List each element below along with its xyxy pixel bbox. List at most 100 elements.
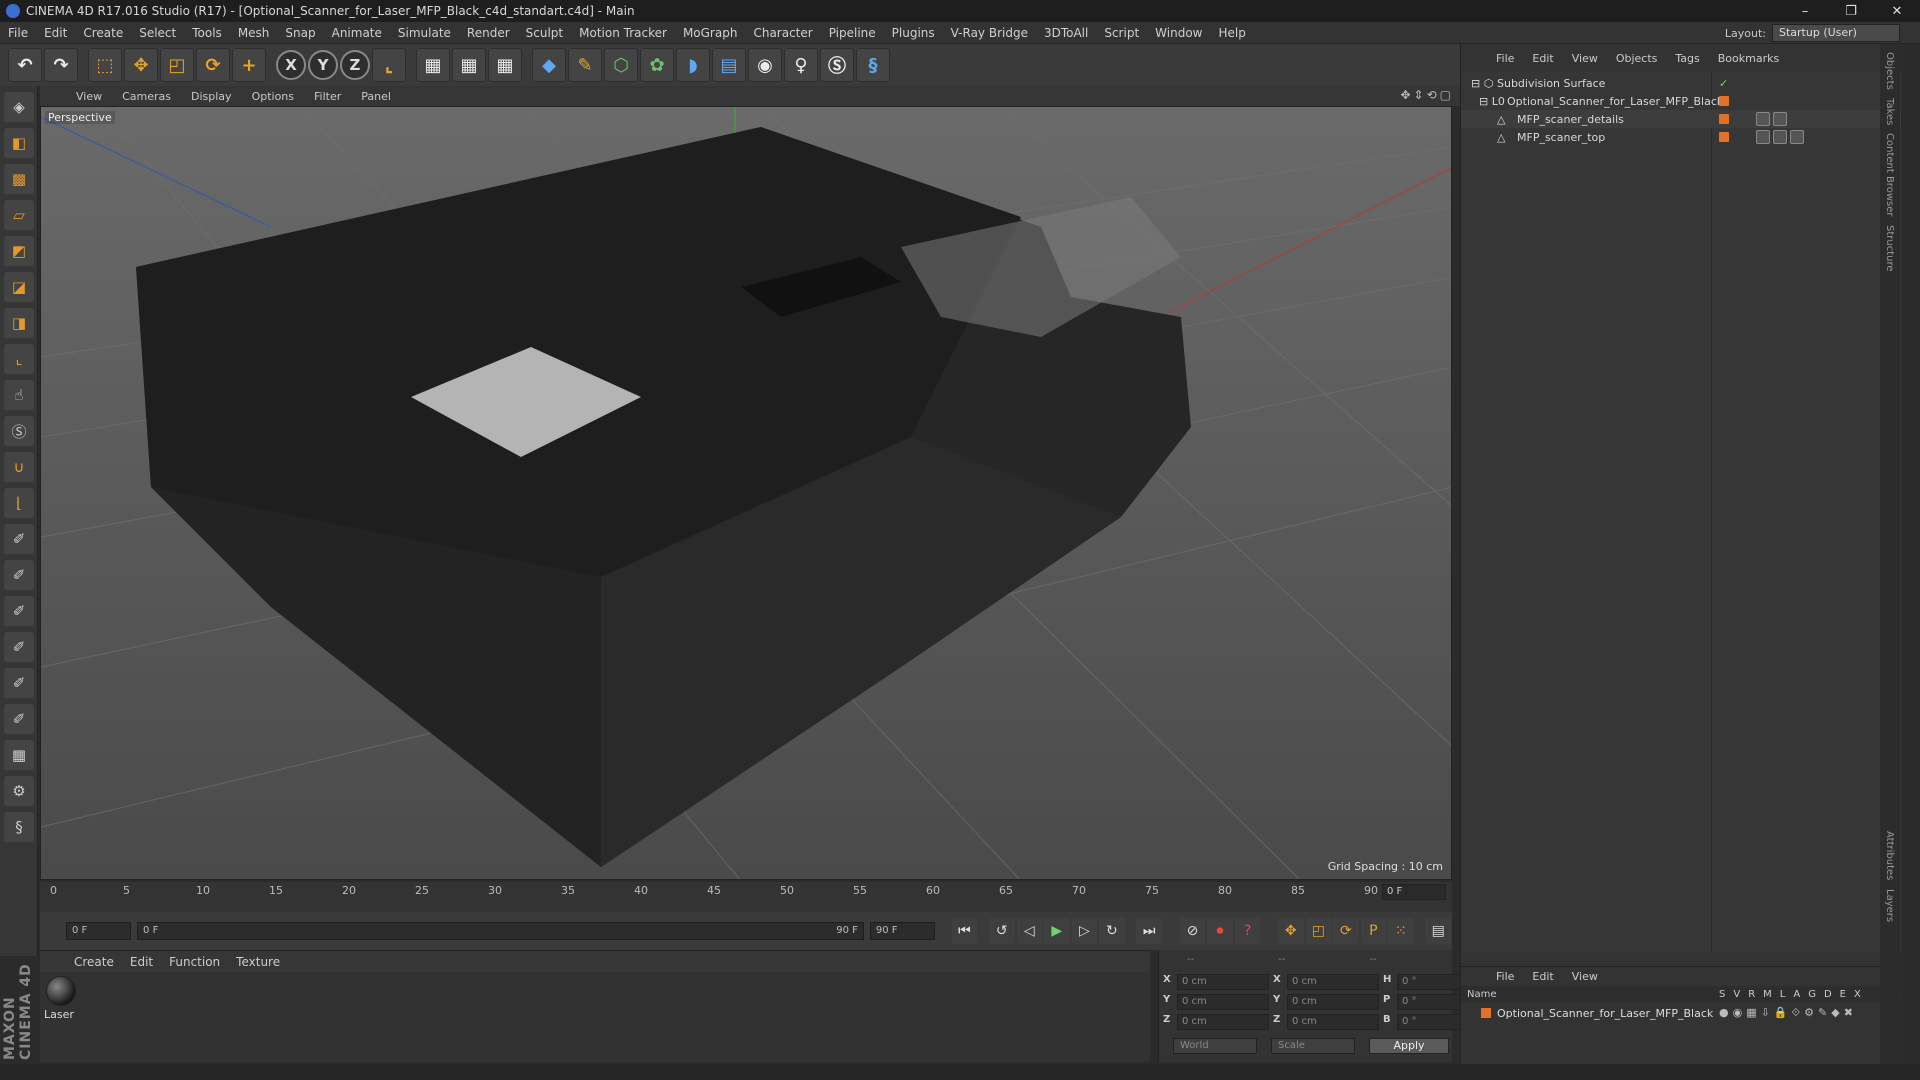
layer-color-swatch[interactable] — [1481, 1008, 1491, 1018]
objects-menu-view[interactable]: View — [1563, 52, 1607, 65]
render-settings-icon[interactable]: ▦ — [488, 48, 522, 82]
menu-help[interactable]: Help — [1210, 26, 1253, 40]
layer-color-swatch[interactable] — [1719, 114, 1729, 124]
menu-select[interactable]: Select — [131, 26, 184, 40]
material-menu-texture[interactable]: Texture — [228, 955, 288, 969]
maximize-button[interactable]: ❐ — [1828, 0, 1874, 22]
close-button[interactable]: ✕ — [1874, 0, 1920, 22]
start-frame-field[interactable]: 0 F — [66, 922, 132, 940]
menu-tools[interactable]: Tools — [184, 26, 230, 40]
frame-ruler[interactable]: 0 5 10 15 20 25 30 35 40 45 50 55 60 65 … — [50, 884, 1400, 900]
object-name[interactable]: MFP_scaner_details — [1517, 113, 1624, 126]
motion-record-icon[interactable]: ⊘ — [1179, 918, 1206, 944]
menu-snap[interactable]: Snap — [277, 26, 323, 40]
model-mode-icon[interactable]: ◧ — [4, 128, 34, 158]
menu-vray-bridge[interactable]: V-Ray Bridge — [943, 26, 1036, 40]
object-name[interactable]: Subdivision Surface — [1497, 77, 1605, 90]
viewport-menu-options[interactable]: Options — [242, 90, 304, 103]
z-axis-lock-icon[interactable]: Z — [340, 50, 370, 80]
polygons-mode-icon[interactable]: ◨ — [4, 308, 34, 338]
rotate-icon[interactable]: ⟳ — [196, 48, 230, 82]
size-z-field[interactable]: 0 cm — [1287, 1014, 1379, 1030]
frame-range-slider[interactable]: 0 F 90 F — [137, 922, 864, 940]
menu-create[interactable]: Create — [75, 26, 131, 40]
camera-icon[interactable]: ◉ — [748, 48, 782, 82]
menu-animate[interactable]: Animate — [324, 26, 390, 40]
apply-button[interactable]: Apply — [1369, 1038, 1449, 1054]
render-picture-viewer-icon[interactable]: ▦ — [452, 48, 486, 82]
viewport-menu-cameras[interactable]: Cameras — [112, 90, 181, 103]
viewport-menu-panel[interactable]: Panel — [351, 90, 401, 103]
menu-mograph[interactable]: MoGraph — [675, 26, 746, 40]
key-param-icon[interactable]: P — [1360, 918, 1387, 944]
tab-takes[interactable]: Takes — [1884, 98, 1895, 125]
material-menu-edit[interactable]: Edit — [122, 955, 161, 969]
menu-sculpt[interactable]: Sculpt — [518, 26, 571, 40]
pen-spline-icon[interactable]: ✎ — [568, 48, 602, 82]
material-thumbnail[interactable] — [46, 976, 76, 1006]
autokey-icon[interactable]: ? — [1234, 918, 1261, 944]
points-mode-icon[interactable]: ◩ — [4, 236, 34, 266]
layout-dropdown[interactable]: Startup (User) — [1772, 24, 1900, 42]
brush-icon-5[interactable]: ✐ — [4, 668, 34, 698]
coordinate-system-icon[interactable]: ⌞ — [372, 48, 406, 82]
menu-motion-tracker[interactable]: Motion Tracker — [571, 26, 675, 40]
cube-primitive-icon[interactable]: ◆ — [532, 48, 566, 82]
rotation-b-field[interactable]: 0 ° — [1397, 1014, 1467, 1030]
previous-frame-icon[interactable]: ◁ — [1016, 918, 1043, 944]
python-console-icon[interactable]: § — [4, 812, 34, 842]
menu-3dtoall[interactable]: 3DToAll — [1036, 26, 1096, 40]
key-pla-icon[interactable]: ⁙ — [1388, 918, 1414, 944]
tree-row-scanner[interactable]: ⊟ L0 Optional_Scanner_for_Laser_MFP_Blac… — [1461, 92, 1901, 110]
layer-name[interactable]: Optional_Scanner_for_Laser_MFP_Black — [1497, 1007, 1713, 1020]
key-scale-icon[interactable]: ◰ — [1305, 918, 1332, 944]
position-y-field[interactable]: 0 cm — [1177, 994, 1269, 1010]
size-mode-dropdown[interactable]: Scale — [1271, 1038, 1355, 1054]
tree-row-scaner-details[interactable]: △ MFP_scaner_details — [1461, 110, 1901, 128]
material-menu-create[interactable]: Create — [66, 955, 122, 969]
next-frame-icon[interactable]: ▷ — [1071, 918, 1098, 944]
edges-mode-icon[interactable]: ◪ — [4, 272, 34, 302]
workplane-axis-icon[interactable]: ⌊ — [4, 488, 34, 518]
enabled-check-icon[interactable]: ✓ — [1719, 77, 1728, 90]
object-name[interactable]: Optional_Scanner_for_Laser_MFP_Black — [1507, 95, 1723, 108]
key-rotation-icon[interactable]: ⟳ — [1333, 918, 1359, 944]
layers-menu-edit[interactable]: Edit — [1523, 970, 1562, 983]
workplane-icon[interactable]: ▱ — [4, 200, 34, 230]
next-key-icon[interactable]: ↻ — [1099, 918, 1125, 944]
brush-icon-1[interactable]: ✐ — [4, 524, 34, 554]
menu-mesh[interactable]: Mesh — [230, 26, 278, 40]
transform-icon[interactable]: + — [232, 48, 266, 82]
menu-window[interactable]: Window — [1147, 26, 1210, 40]
layer-color-swatch[interactable] — [1719, 132, 1729, 142]
go-to-start-icon[interactable]: ⏮ — [951, 918, 978, 944]
scale-icon[interactable]: ◰ — [160, 48, 194, 82]
redo-icon[interactable]: ↷ — [44, 48, 78, 82]
layer-toggle-icons[interactable]: ●◉▦⇩🔒⟐⚙✎◆✖ — [1719, 1006, 1857, 1020]
rotation-p-field[interactable]: 0 ° — [1397, 994, 1467, 1010]
magnet-icon[interactable]: ∪ — [4, 452, 34, 482]
mesh-lock-icon[interactable]: ⚙ — [4, 776, 34, 806]
undo-icon[interactable]: ↶ — [8, 48, 42, 82]
position-z-field[interactable]: 0 cm — [1177, 1014, 1269, 1030]
layer-color-swatch[interactable] — [1719, 96, 1729, 106]
layers-menu-view[interactable]: View — [1563, 970, 1607, 983]
menu-plugins[interactable]: Plugins — [884, 26, 943, 40]
size-x-field[interactable]: 0 cm — [1287, 974, 1379, 990]
menu-simulate[interactable]: Simulate — [390, 26, 459, 40]
x-axis-lock-icon[interactable]: X — [276, 50, 306, 80]
current-frame-field[interactable]: 0 F — [1382, 884, 1446, 900]
end-frame-field[interactable]: 90 F — [869, 922, 935, 940]
menu-edit[interactable]: Edit — [36, 26, 75, 40]
axis-mode-icon[interactable]: ⌞ — [4, 344, 34, 374]
snap-icon[interactable]: Ⓢ — [4, 416, 34, 446]
objects-menu-edit[interactable]: Edit — [1523, 52, 1562, 65]
material-tags[interactable] — [1756, 112, 1787, 126]
render-view-icon[interactable]: ▦ — [416, 48, 450, 82]
vray-icon[interactable]: Ⓢ — [820, 48, 854, 82]
cloner-icon[interactable]: ✿ — [640, 48, 674, 82]
menu-script[interactable]: Script — [1096, 26, 1147, 40]
tab-layers[interactable]: Layers — [1884, 889, 1895, 922]
make-editable-icon[interactable]: ◈ — [4, 92, 34, 122]
layers-menu-file[interactable]: File — [1487, 970, 1523, 983]
